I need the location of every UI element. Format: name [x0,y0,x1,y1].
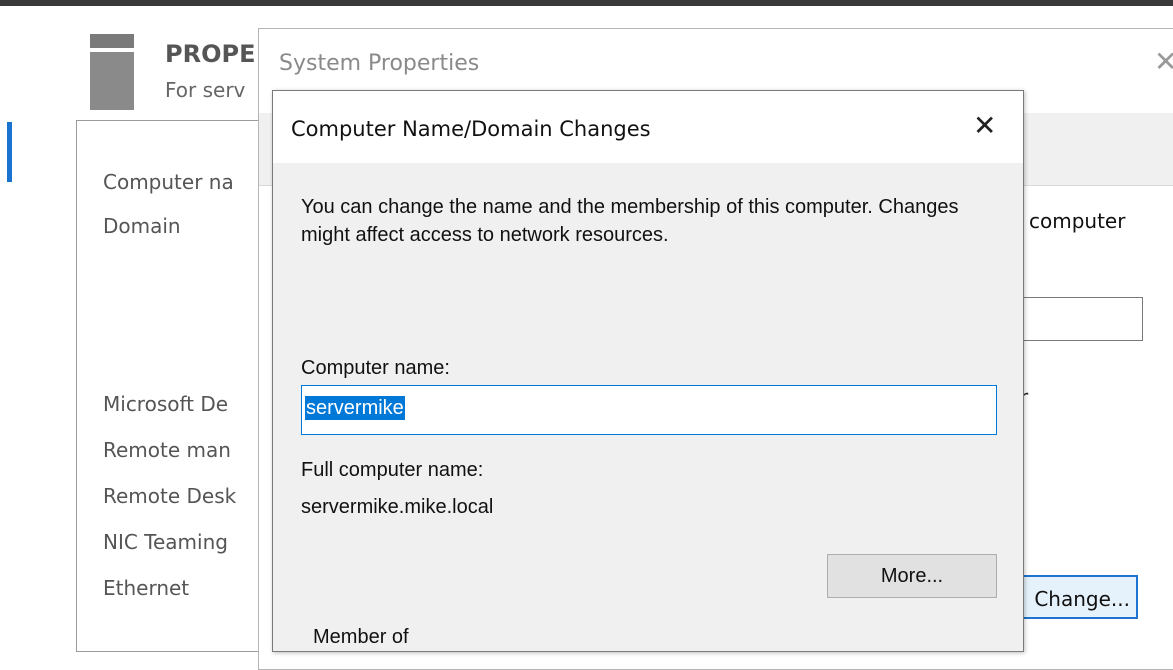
full-computer-name-label: Full computer name: [301,459,484,481]
label-remote-management: Remote man [103,438,231,462]
system-properties-close-icon[interactable]: ✕ [1154,45,1173,78]
system-properties-computer-text: computer [1029,209,1126,233]
member-of-group-label: Member of [313,626,409,648]
label-domain: Domain [103,214,181,238]
computer-name-input[interactable]: servermike [301,385,997,435]
dialog-close-icon[interactable]: ✕ [973,109,996,142]
properties-subtitle: For serv [165,78,246,102]
computer-name-dialog: Computer Name/Domain Changes ✕ You can c… [272,90,1024,652]
label-remote-desktop: Remote Desk [103,484,237,508]
label-nic-teaming: NIC Teaming [103,530,228,554]
nav-selection-indicator [7,122,12,182]
server-icon [90,34,134,110]
computer-name-label: Computer name: [301,357,450,379]
change-button[interactable]: Change... [1014,575,1138,619]
label-ethernet: Ethernet [103,576,190,600]
label-computer-name: Computer na [103,170,234,194]
system-properties-title: System Properties [279,51,480,76]
window-top-border [0,0,1173,6]
dialog-description: You can change the name and the membersh… [301,196,959,246]
dialog-titlebar: Computer Name/Domain Changes ✕ [273,91,1023,163]
dialog-title: Computer Name/Domain Changes [291,117,651,141]
full-computer-name-value: servermike.mike.local [301,496,494,518]
system-properties-description-field[interactable] [1019,297,1143,341]
label-microsoft-defender: Microsoft De [103,392,229,416]
more-button[interactable]: More... [827,554,997,598]
computer-name-selected-text: servermike [305,396,405,420]
properties-heading: PROPE [165,40,256,68]
